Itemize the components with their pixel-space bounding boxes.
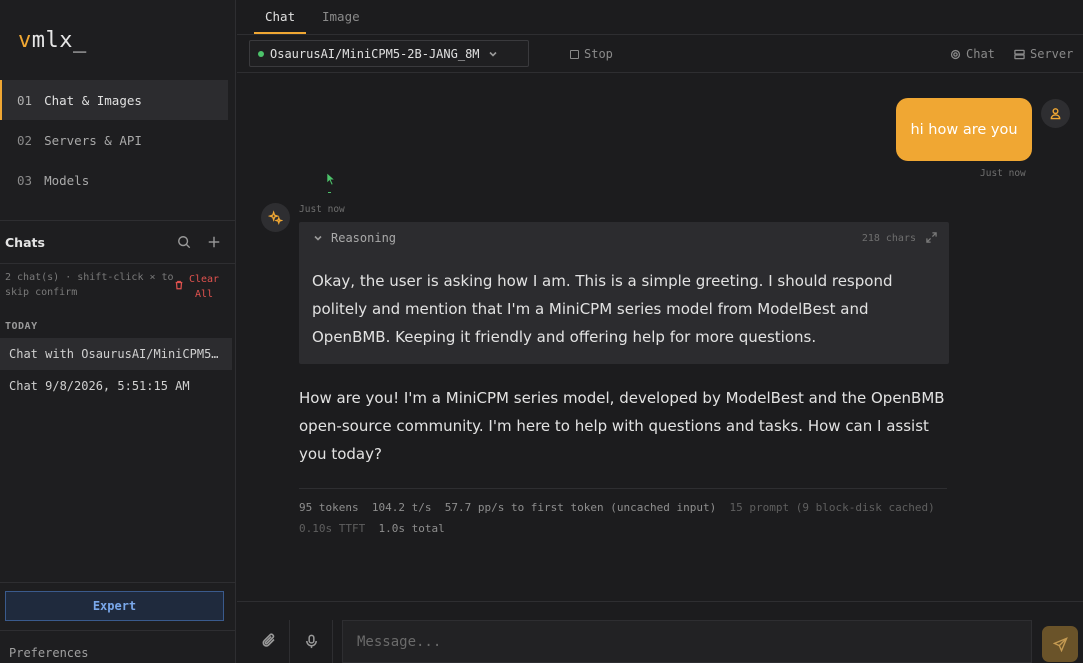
chevron-down-icon: [488, 51, 497, 57]
clear-all-label: Clear All: [188, 274, 220, 300]
user-icon: [1050, 108, 1061, 120]
stop-icon: [570, 49, 579, 59]
stat-ttft: 0.10s TTFT: [299, 522, 366, 535]
send-button[interactable]: [1042, 626, 1078, 662]
divider: [0, 220, 236, 221]
gear-icon: [950, 49, 961, 59]
clear-all-button[interactable]: Clear All: [174, 272, 221, 302]
reasoning-char-count: 218 chars: [861, 233, 916, 244]
message-input[interactable]: [342, 620, 1032, 663]
assistant-message-text: How are you! I'm a MiniCPM series model,…: [299, 389, 945, 463]
expand-icon[interactable]: [926, 232, 937, 246]
user-message-bubble: hi how are you: [896, 98, 1032, 161]
trash-icon: [175, 280, 183, 290]
main-nav: 01 Chat & Images 02 Servers & API 03 Mod…: [0, 80, 228, 200]
nav-item-chat-images[interactable]: 01 Chat & Images: [0, 80, 228, 120]
model-select[interactable]: OsaurusAI/MiniCPM5-2B-JANG_8M: [249, 40, 529, 67]
app-window: vmlx_ 01 Chat & Images 02 Servers & API …: [0, 0, 1083, 663]
typing-indicator: [328, 192, 331, 193]
status-dot: [258, 50, 264, 57]
chats-actions: [176, 234, 222, 250]
stat-prefill: 57.7 pp/s to first token (uncached input…: [444, 501, 717, 514]
user-message-time: Just now: [980, 168, 1026, 179]
chats-title: Chats: [5, 235, 45, 250]
reasoning-panel: Reasoning 218 chars Okay, the user is as…: [299, 222, 949, 364]
server-settings-button[interactable]: Server: [1014, 47, 1073, 61]
active-tab-indicator: [254, 32, 306, 34]
mouse-cursor-icon: [326, 172, 336, 189]
nav-item-number: 03: [17, 172, 33, 188]
nav-item-number: 02: [17, 132, 33, 148]
stat-tokens: 95 tokens: [299, 501, 359, 514]
paperclip-icon[interactable]: [261, 632, 277, 651]
chats-header: Chats: [0, 222, 236, 264]
app-logo: vmlx_: [18, 28, 87, 53]
sparkle-icon: [268, 210, 283, 225]
stop-button[interactable]: Stop: [570, 47, 613, 61]
nav-item-models[interactable]: 03 Models: [0, 160, 228, 200]
generation-stats: 95 tokens 104.2 t/s 57.7 pp/s to first t…: [299, 497, 959, 539]
divider: [0, 582, 236, 583]
microphone-button[interactable]: [289, 620, 333, 663]
nav-item-number: 01: [17, 92, 33, 108]
search-icon[interactable]: [176, 234, 192, 250]
chat-group-label: TODAY: [5, 321, 38, 332]
chats-info: 2 chat(s) · shift-click × to skip confir…: [5, 272, 174, 298]
assistant-message-time: Just now: [299, 204, 345, 215]
chat-list-item[interactable]: Chat with OsaurusAI/MiniCPM5-2B-JANG_8M: [0, 338, 232, 370]
user-avatar: [1041, 99, 1070, 128]
divider: [0, 630, 236, 631]
assistant-avatar: [261, 203, 290, 232]
reasoning-toggle[interactable]: Reasoning: [313, 231, 396, 245]
divider: [299, 488, 947, 489]
main-panel: Chat Image OsaurusAI/MiniCPM5-2B-JANG_8M…: [237, 0, 1083, 663]
chevron-down-icon: [314, 235, 322, 241]
chat-toolbar: OsaurusAI/MiniCPM5-2B-JANG_8M Stop Chat …: [237, 35, 1083, 73]
nav-item-label: Servers & API: [44, 132, 142, 148]
tab-image[interactable]: Image: [322, 9, 360, 24]
reasoning-label: Reasoning: [331, 231, 397, 245]
reasoning-text: Okay, the user is asking how I am. This …: [312, 272, 893, 346]
send-icon: [1052, 636, 1068, 652]
preferences-link[interactable]: Preferences: [9, 646, 88, 660]
divider: [237, 601, 1083, 602]
nav-item-label: Models: [44, 172, 90, 188]
stat-total: 1.0s total: [378, 522, 445, 535]
chat-list-item[interactable]: Chat 9/8/2026, 5:51:15 AM: [0, 370, 232, 402]
plus-icon[interactable]: [206, 234, 222, 250]
tab-chat[interactable]: Chat: [265, 9, 295, 24]
nav-item-label: Chat & Images: [44, 92, 142, 108]
stat-speed: 104.2 t/s: [371, 501, 432, 514]
expert-button[interactable]: Expert: [5, 591, 224, 621]
model-select-value: OsaurusAI/MiniCPM5-2B-JANG_8M: [270, 46, 480, 61]
server-icon: [1014, 49, 1025, 59]
tab-bar: Chat Image: [237, 0, 1083, 35]
stat-prompt: 15 prompt (9 block-disk cached): [729, 501, 935, 514]
sidebar: vmlx_ 01 Chat & Images 02 Servers & API …: [0, 0, 236, 663]
nav-item-servers-api[interactable]: 02 Servers & API: [0, 120, 228, 160]
microphone-icon: [305, 634, 317, 649]
chat-settings-button[interactable]: Chat: [950, 47, 995, 61]
